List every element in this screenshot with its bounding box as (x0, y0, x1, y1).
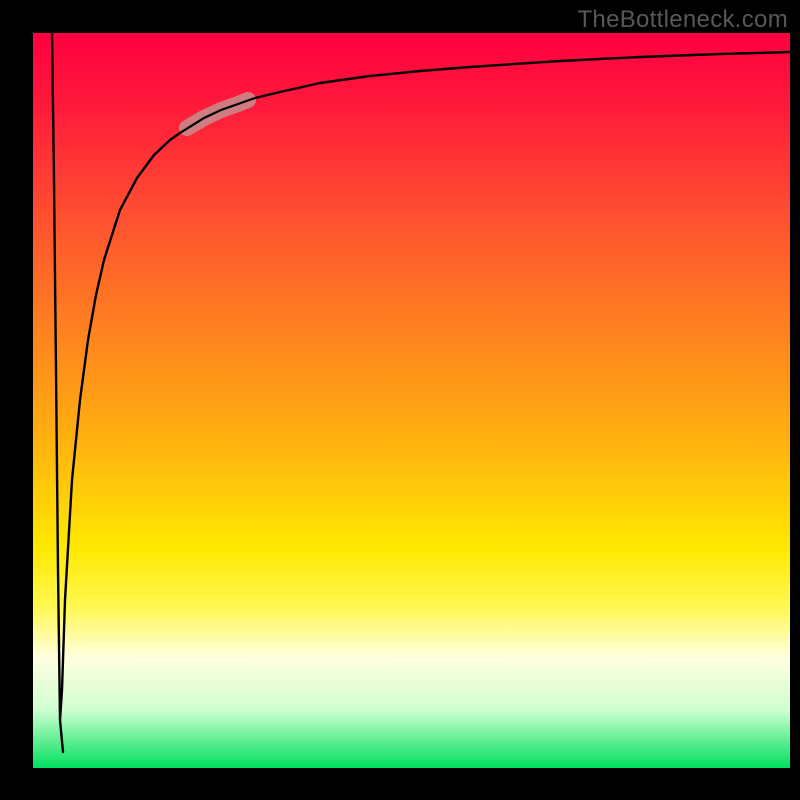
curve-path (52, 33, 790, 752)
chart-container: TheBottleneck.com (0, 0, 800, 800)
bottleneck-curve (0, 0, 800, 800)
watermark-text: TheBottleneck.com (577, 6, 788, 34)
